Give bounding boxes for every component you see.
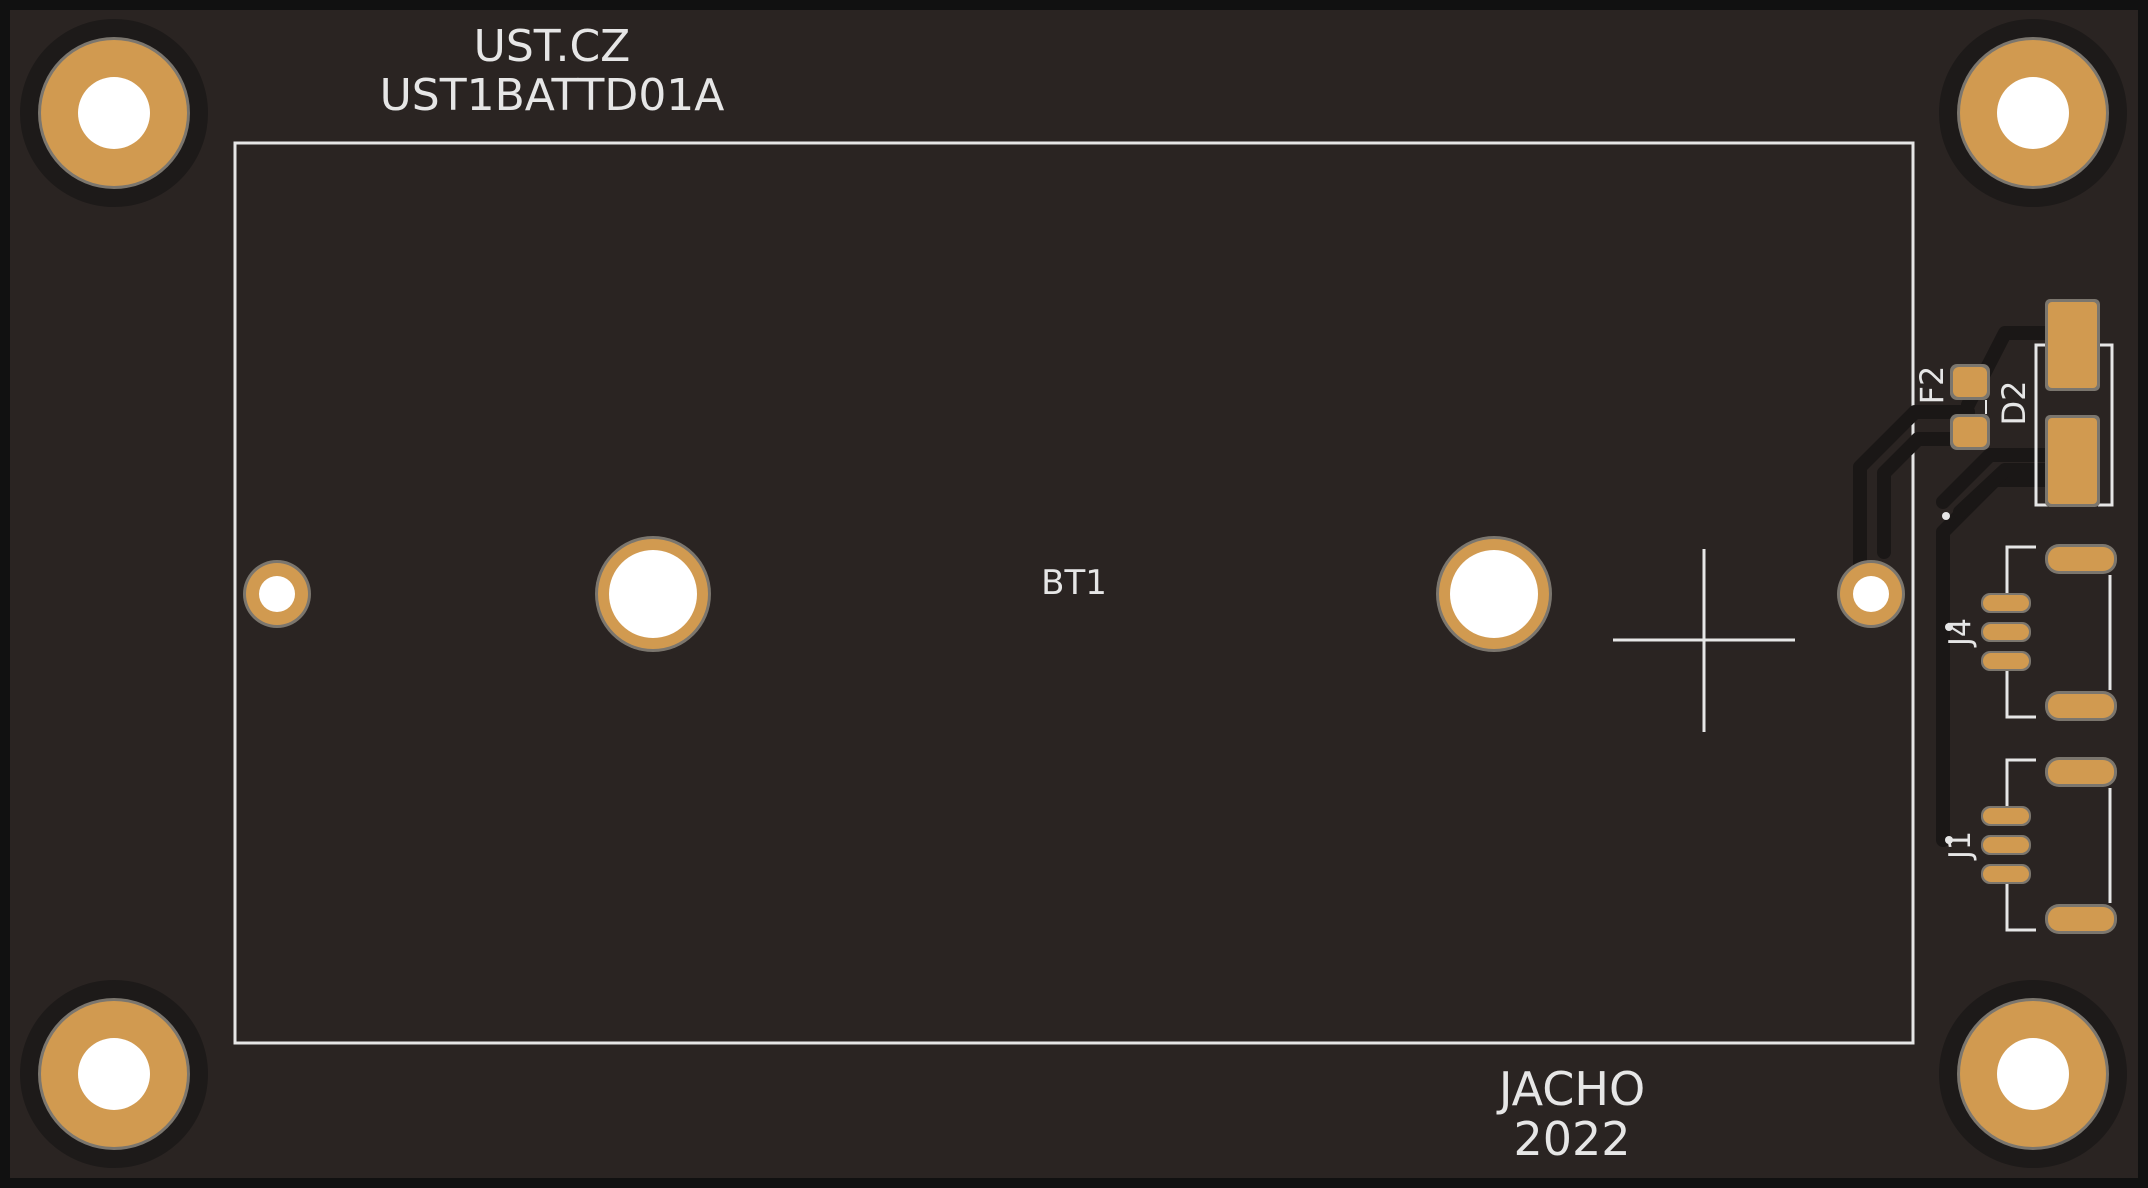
d2-ref-label: D2 [1995, 381, 2033, 426]
f2-ref-label: F2 [1913, 366, 1951, 405]
company-label: UST.CZ [474, 21, 631, 72]
mounting-hole-bottom-right [1939, 980, 2127, 1168]
bt1-ref-label: BT1 [1041, 563, 1107, 603]
d2-pin1-dot [1942, 512, 1950, 520]
author-label: JACHO [1496, 1062, 1645, 1116]
mounting-hole-bottom-left [20, 980, 208, 1168]
bt1-pad-small-left [243, 560, 311, 628]
part-number-label: UST1BATTD01A [380, 70, 725, 121]
pcb-board: UST.CZ UST1BATTD01A BT1 F2 D2 J4 J1 JACH… [0, 0, 2148, 1188]
j4-ref-label: J4 [1943, 618, 1978, 648]
bt1-pad-large-left [595, 536, 711, 652]
bt1-pad-large-right [1436, 536, 1552, 652]
j1-ref-label: J1 [1943, 831, 1978, 861]
bt1-pad-small-right [1837, 560, 1905, 628]
year-label: 2022 [1513, 1112, 1630, 1166]
mounting-hole-top-left [20, 19, 208, 207]
mounting-hole-top-right [1939, 19, 2127, 207]
